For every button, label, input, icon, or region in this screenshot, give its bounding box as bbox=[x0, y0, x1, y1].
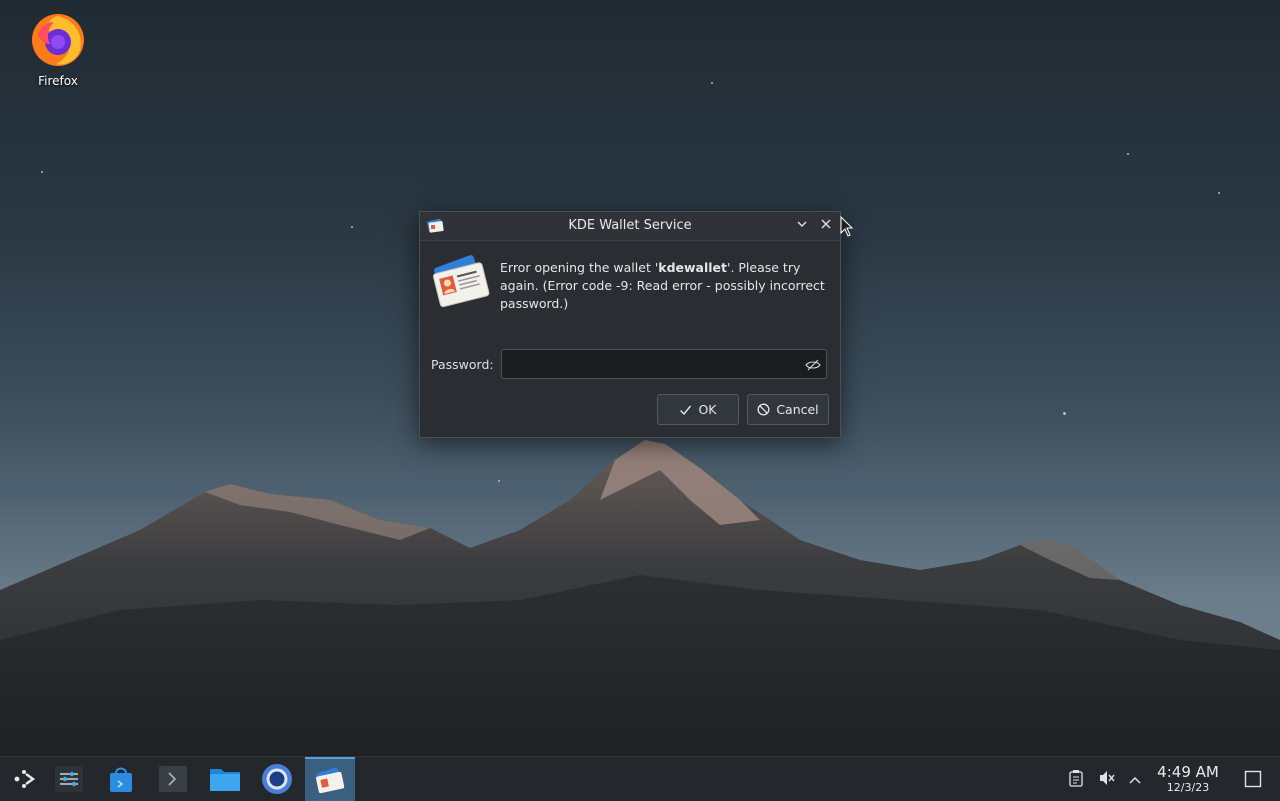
cancel-icon bbox=[757, 403, 770, 416]
firefox-icon bbox=[32, 14, 84, 66]
password-label: Password: bbox=[431, 357, 494, 372]
cancel-button-label: Cancel bbox=[776, 402, 819, 417]
chevron-down-icon bbox=[797, 221, 807, 227]
show-password-button[interactable] bbox=[805, 357, 821, 376]
taskbar-steam[interactable] bbox=[253, 757, 301, 801]
application-launcher-button[interactable] bbox=[0, 757, 48, 801]
wallet-name: kdewallet bbox=[658, 260, 728, 275]
chevron-up-icon bbox=[1129, 776, 1141, 784]
ok-button[interactable]: OK bbox=[657, 394, 739, 425]
terminal-icon bbox=[159, 766, 187, 792]
dialog-title: KDE Wallet Service bbox=[568, 218, 692, 233]
clipboard-button[interactable] bbox=[1069, 769, 1083, 791]
desktop-icon-firefox[interactable]: Firefox bbox=[22, 8, 94, 88]
sliders-icon bbox=[55, 766, 83, 792]
dialog-titlebar[interactable]: KDE Wallet Service bbox=[420, 212, 840, 241]
checkmark-icon bbox=[680, 405, 692, 415]
taskbar-kwallet[interactable] bbox=[305, 757, 355, 801]
cancel-button[interactable]: Cancel bbox=[747, 394, 829, 425]
show-desktop-button[interactable] bbox=[1244, 770, 1262, 792]
kde-launcher-icon bbox=[14, 770, 36, 788]
taskbar: 4:49 AM 12/3/23 bbox=[0, 756, 1280, 801]
eye-hidden-icon bbox=[805, 359, 821, 371]
taskbar-dolphin[interactable] bbox=[201, 757, 249, 801]
taskbar-discover[interactable] bbox=[97, 757, 145, 801]
clipboard-icon bbox=[1069, 770, 1083, 787]
clock-date: 12/3/23 bbox=[1166, 781, 1210, 794]
circle-app-icon bbox=[262, 764, 292, 794]
close-button[interactable] bbox=[816, 216, 836, 236]
close-icon bbox=[821, 219, 831, 229]
taskbar-konsole[interactable] bbox=[149, 757, 197, 801]
digital-clock[interactable]: 4:49 AM 12/3/23 bbox=[1150, 763, 1226, 795]
error-message: Error opening the wallet 'kdewallet'. Pl… bbox=[500, 259, 830, 313]
wallet-card-icon bbox=[432, 255, 490, 308]
volume-button[interactable] bbox=[1098, 769, 1116, 791]
taskbar-system-settings[interactable] bbox=[45, 757, 93, 801]
volume-muted-icon bbox=[1100, 771, 1115, 785]
minimize-button[interactable] bbox=[792, 216, 812, 236]
show-desktop-icon bbox=[1244, 770, 1262, 788]
ok-button-label: OK bbox=[698, 402, 717, 417]
wallet-card-icon bbox=[315, 767, 345, 794]
mouse-cursor-icon bbox=[840, 216, 854, 237]
error-message-part: Error opening the wallet ' bbox=[500, 260, 659, 275]
shopping-bag-icon bbox=[110, 767, 132, 792]
password-field[interactable] bbox=[501, 349, 827, 379]
clock-time: 4:49 AM bbox=[1157, 763, 1219, 781]
expand-tray-button[interactable] bbox=[1128, 771, 1142, 790]
folder-icon bbox=[210, 769, 240, 791]
kwallet-dialog: KDE Wallet Service Error opening the wal… bbox=[419, 211, 841, 438]
desktop-icon-label: Firefox bbox=[38, 74, 78, 88]
